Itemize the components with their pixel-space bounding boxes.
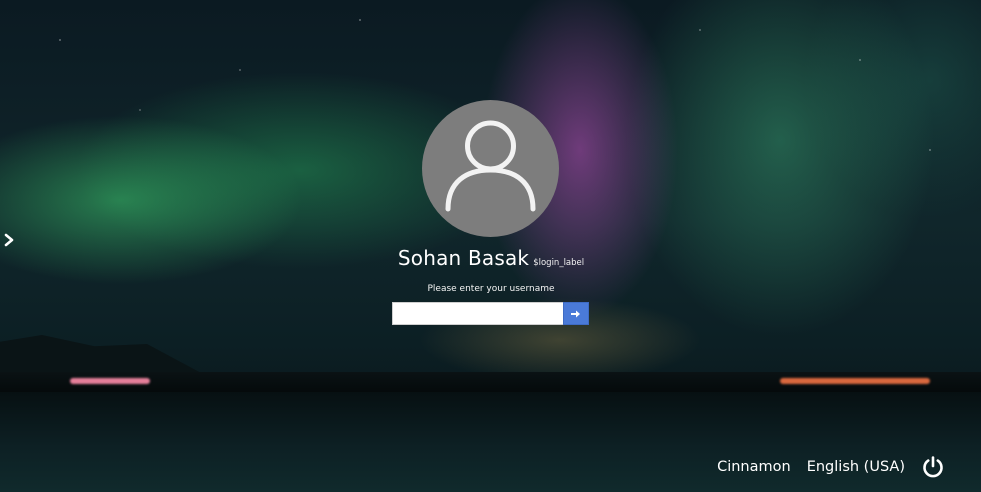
user-silhouette-icon	[445, 120, 536, 212]
username-input-row	[392, 302, 589, 325]
login-label: $login_label	[533, 258, 585, 268]
user-avatar	[422, 100, 559, 237]
submit-button[interactable]	[563, 302, 589, 325]
username-prompt: Please enter your username	[427, 284, 555, 294]
user-name: Sohan Basak	[397, 246, 530, 270]
power-icon	[923, 456, 943, 478]
username-input[interactable]	[392, 302, 563, 325]
wallpaper-town-lights	[70, 378, 150, 384]
language-selector[interactable]: English (USA)	[807, 459, 905, 475]
chevron-right-icon[interactable]	[2, 233, 16, 247]
arrow-right-icon	[571, 310, 580, 317]
power-button[interactable]	[921, 455, 945, 479]
user-name-row: Sohan Basak $login_label	[391, 246, 591, 270]
bottom-bar: Cinnamon English (USA)	[717, 455, 945, 479]
wallpaper-town-lights	[780, 378, 930, 384]
session-selector[interactable]: Cinnamon	[717, 459, 791, 475]
